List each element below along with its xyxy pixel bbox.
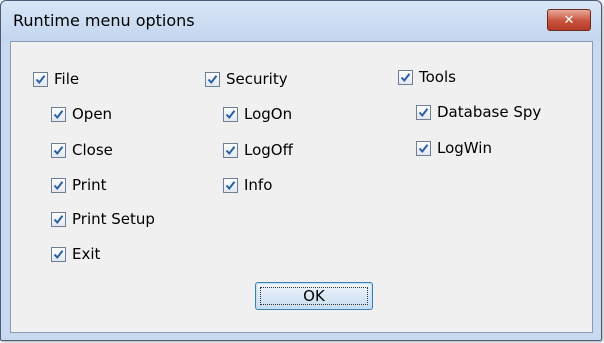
checkbox-security-logon[interactable]: LogOn	[223, 105, 292, 123]
focus-rectangle	[260, 287, 368, 305]
checkbox-label: Tools	[419, 68, 456, 86]
checkbox-label: Print Setup	[72, 210, 155, 228]
checkbox-label: Open	[72, 105, 113, 123]
checkbox-label: Close	[72, 141, 113, 159]
checkbox-security[interactable]: Security	[205, 70, 288, 88]
checkbox-check-icon[interactable]	[223, 106, 238, 122]
checkbox-label: Print	[72, 176, 107, 194]
dialog-content: File Open Close Print Print Setup Exit S…	[10, 41, 593, 333]
checkbox-label: File	[54, 70, 80, 88]
checkbox-check-icon[interactable]	[398, 69, 413, 85]
checkbox-file-print[interactable]: Print	[51, 176, 107, 194]
close-button[interactable]: ✕	[547, 9, 591, 31]
checkbox-label: Exit	[72, 245, 101, 263]
checkbox-check-icon[interactable]	[223, 142, 238, 158]
checkbox-tools-database-spy[interactable]: Database Spy	[416, 103, 541, 121]
checkbox-label: LogOff	[244, 141, 293, 159]
checkbox-security-logoff[interactable]: LogOff	[223, 141, 293, 159]
checkbox-file-print-setup[interactable]: Print Setup	[51, 210, 155, 228]
checkbox-label: Security	[226, 70, 288, 88]
checkbox-check-icon[interactable]	[51, 246, 66, 262]
ok-button[interactable]: OK	[255, 282, 373, 310]
checkbox-file-exit[interactable]: Exit	[51, 245, 100, 263]
checkbox-check-icon[interactable]	[51, 211, 66, 227]
dialog-window: Runtime menu options ✕ File Open Close P…	[0, 0, 602, 341]
checkbox-check-icon[interactable]	[416, 140, 431, 156]
checkbox-check-icon[interactable]	[416, 104, 431, 120]
checkbox-check-icon[interactable]	[223, 177, 238, 193]
checkbox-label: Database Spy	[437, 103, 542, 121]
checkbox-label: LogOn	[244, 105, 293, 123]
checkbox-label: Info	[244, 176, 273, 194]
checkbox-check-icon[interactable]	[33, 71, 48, 87]
dialog-title: Runtime menu options	[13, 11, 195, 30]
checkbox-check-icon[interactable]	[205, 71, 220, 87]
close-icon: ✕	[563, 12, 575, 28]
checkbox-file-close[interactable]: Close	[51, 141, 113, 159]
checkbox-security-info[interactable]: Info	[223, 176, 272, 194]
checkbox-label: LogWin	[437, 139, 492, 157]
checkbox-check-icon[interactable]	[51, 106, 66, 122]
title-bar[interactable]: Runtime menu options ✕	[1, 1, 601, 41]
checkbox-check-icon[interactable]	[51, 177, 66, 193]
checkbox-file-open[interactable]: Open	[51, 105, 112, 123]
checkbox-tools-logwin[interactable]: LogWin	[416, 139, 492, 157]
checkbox-tools[interactable]: Tools	[398, 68, 456, 86]
checkbox-check-icon[interactable]	[51, 142, 66, 158]
checkbox-file[interactable]: File	[33, 70, 79, 88]
